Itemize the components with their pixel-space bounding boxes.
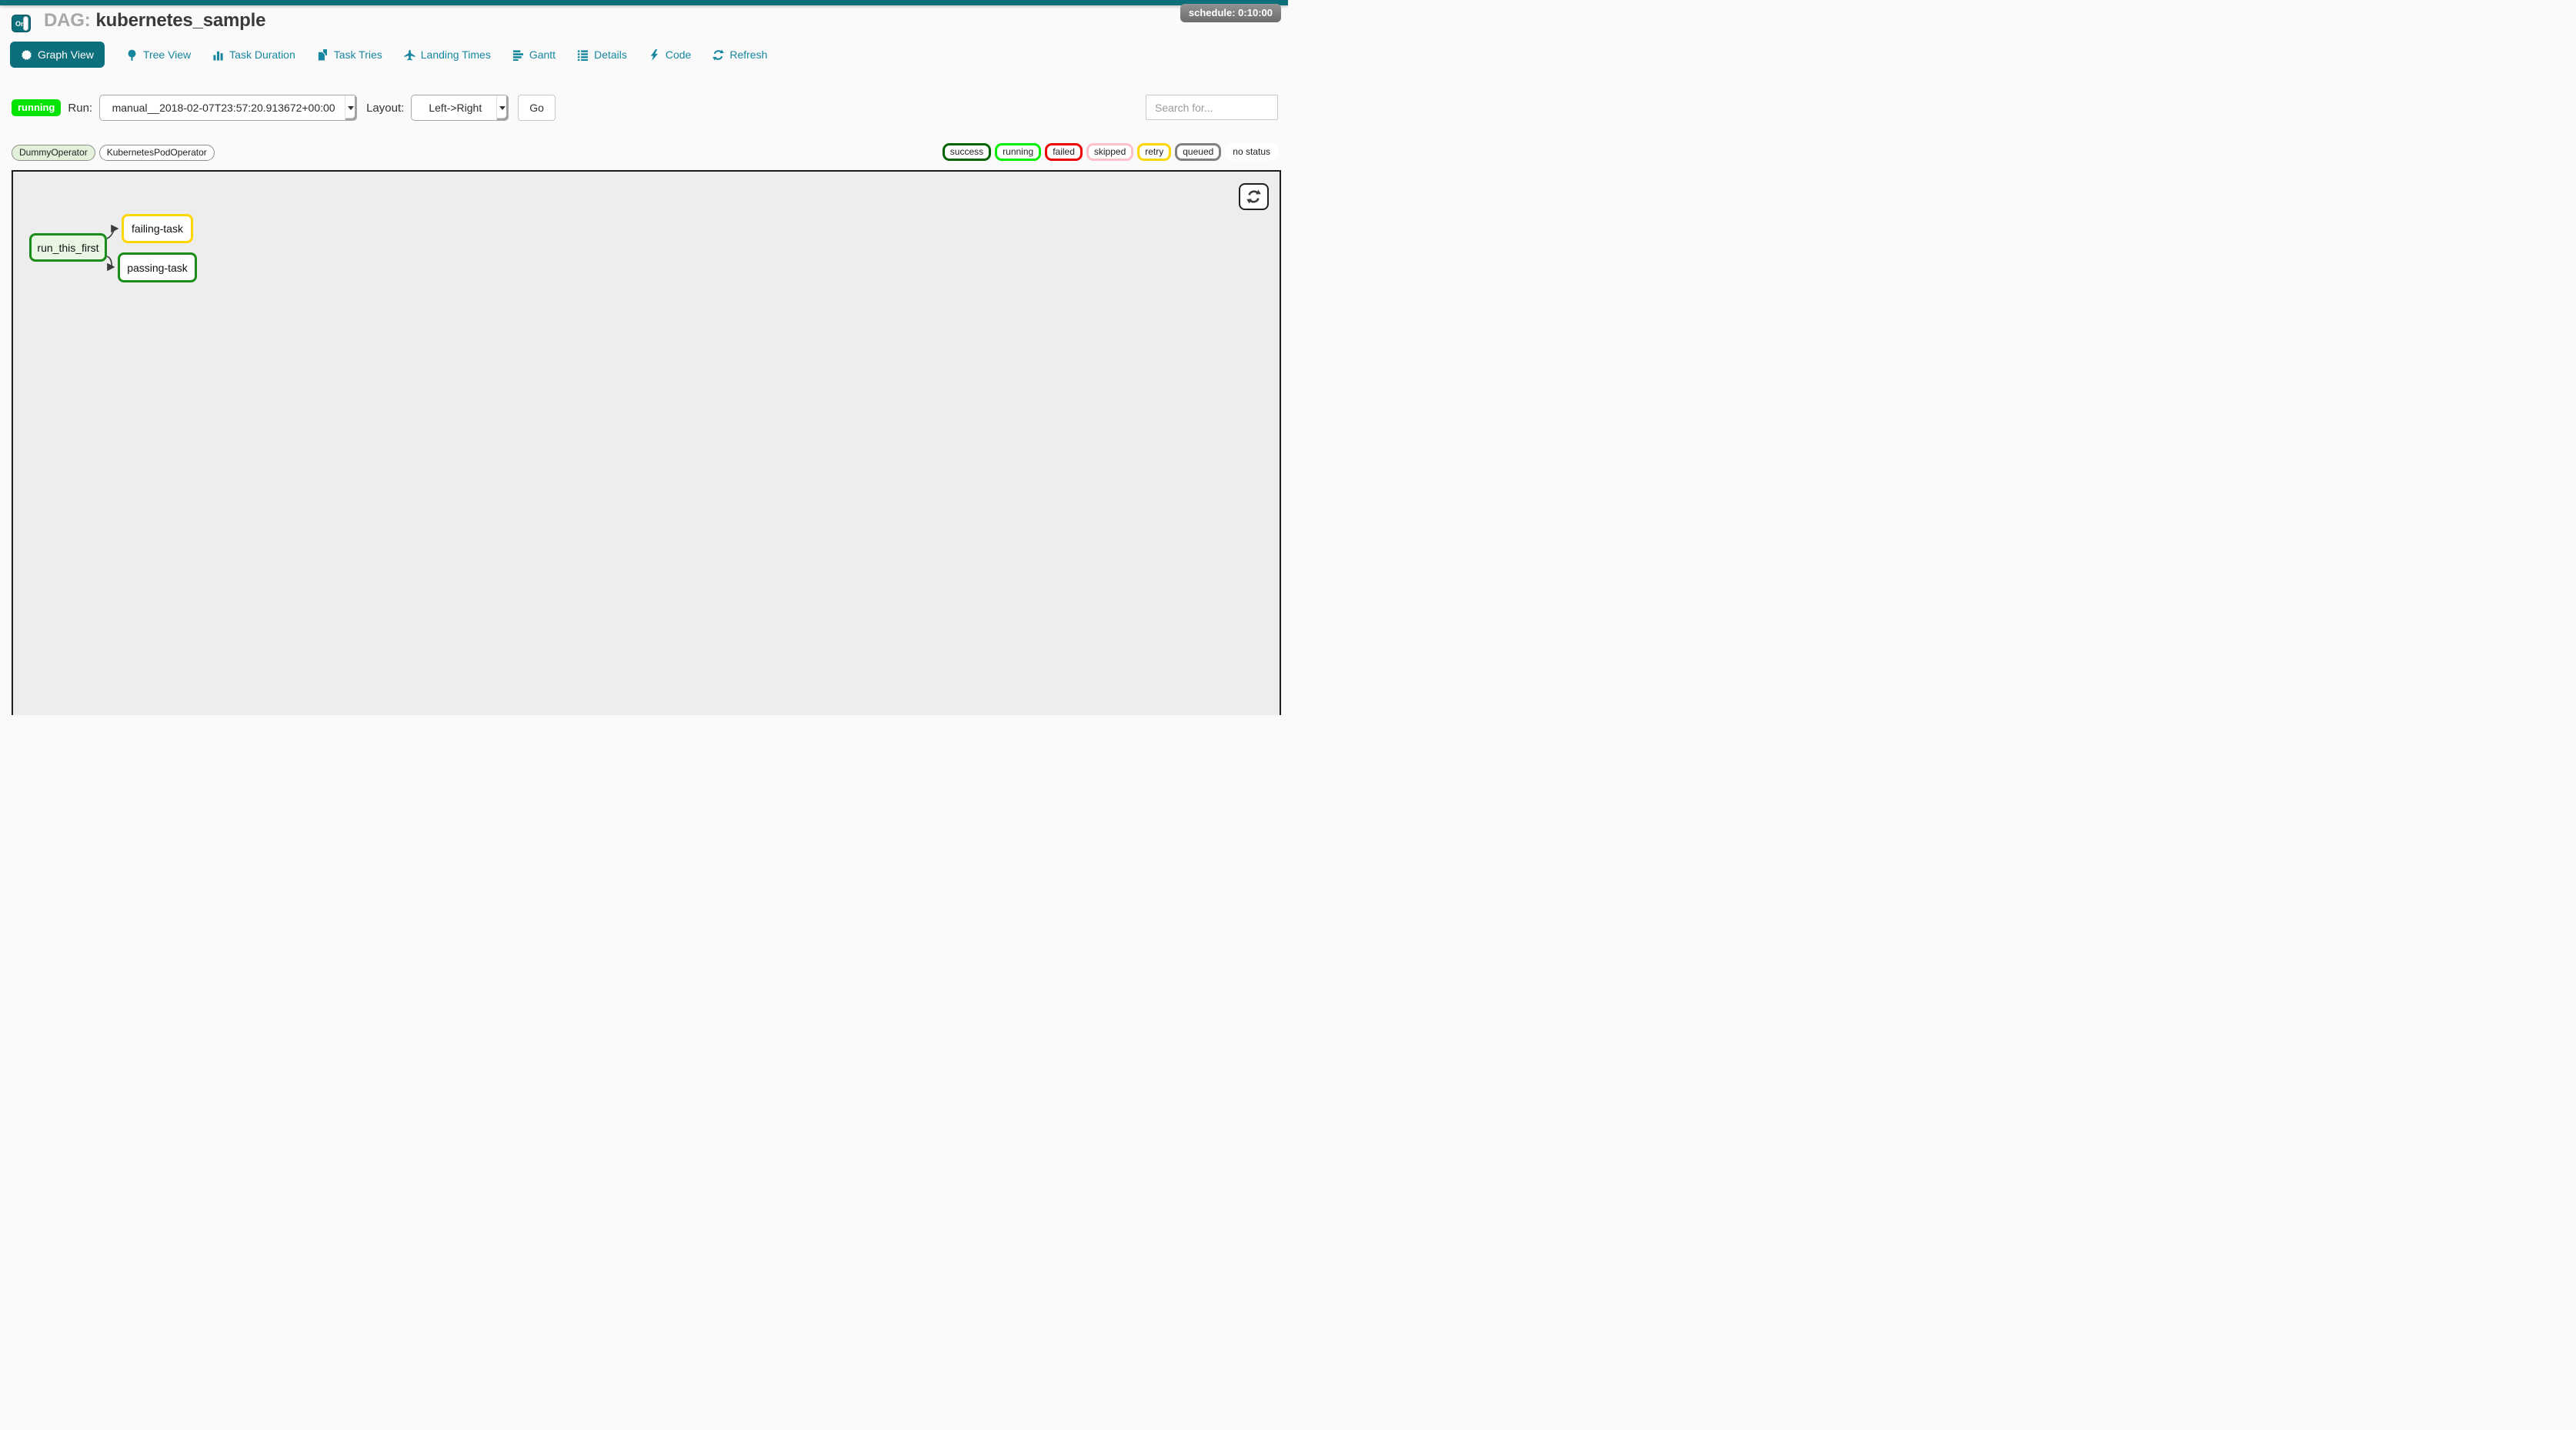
state-legend: success running failed skipped retry que… bbox=[943, 143, 1278, 161]
chevron-down-icon bbox=[496, 95, 508, 120]
bar-chart-icon bbox=[212, 49, 224, 61]
operator-chip-dummy: DummyOperator bbox=[12, 145, 95, 161]
bolt-icon bbox=[649, 49, 660, 61]
run-controls: running Run: manual__2018-02-07T23:57:20… bbox=[12, 95, 556, 121]
go-button[interactable]: Go bbox=[518, 95, 556, 121]
tab-label: Refresh bbox=[729, 48, 767, 61]
tab-label: Landing Times bbox=[421, 48, 491, 61]
state-chip-queued: queued bbox=[1175, 143, 1221, 161]
tab-label: Graph View bbox=[38, 48, 94, 61]
toggle-knob bbox=[23, 16, 28, 31]
files-icon bbox=[317, 49, 329, 61]
task-node-run-this-first[interactable]: run_this_first bbox=[29, 233, 107, 262]
tab-landing-times[interactable]: Landing Times bbox=[404, 48, 491, 61]
layout-select-value: Left->Right bbox=[421, 102, 499, 114]
refresh-icon bbox=[712, 49, 724, 61]
state-chip-no-status: no status bbox=[1225, 143, 1278, 161]
tab-code[interactable]: Code bbox=[649, 48, 691, 61]
tab-label: Details bbox=[594, 48, 627, 61]
task-node-passing-task[interactable]: passing-task bbox=[118, 252, 197, 282]
state-chip-success: success bbox=[943, 143, 991, 161]
plane-icon bbox=[404, 49, 415, 61]
tab-tree-view[interactable]: Tree View bbox=[126, 48, 191, 61]
schedule-badge: schedule: 0:10:00 bbox=[1180, 4, 1281, 22]
dag-pause-toggle[interactable]: On bbox=[12, 15, 31, 32]
dag-run-status-badge: running bbox=[12, 99, 61, 116]
tab-refresh[interactable]: Refresh bbox=[712, 48, 767, 61]
run-label: Run: bbox=[68, 102, 92, 115]
edge-run-to-failing bbox=[107, 229, 117, 239]
state-chip-failed: failed bbox=[1045, 143, 1083, 161]
sunburst-icon bbox=[21, 49, 32, 61]
tab-details[interactable]: Details bbox=[577, 48, 627, 61]
state-chip-skipped: skipped bbox=[1086, 143, 1133, 161]
chevron-down-icon bbox=[345, 95, 356, 120]
tab-label: Code bbox=[666, 48, 691, 61]
state-chip-running: running bbox=[995, 143, 1041, 161]
search-input[interactable] bbox=[1146, 95, 1278, 120]
task-node-failing-task[interactable]: failing-task bbox=[122, 214, 193, 243]
view-nav: Graph View Tree View Task Duration Task … bbox=[10, 42, 767, 68]
tab-label: Tree View bbox=[143, 48, 191, 61]
tab-label: Task Duration bbox=[229, 48, 295, 61]
graph-canvas[interactable]: run_this_first failing-task passing-task bbox=[12, 170, 1281, 715]
state-chip-retry: retry bbox=[1137, 143, 1171, 161]
run-select-value: manual__2018-02-07T23:57:20.913672+00:00 bbox=[105, 102, 352, 114]
edge-run-to-passing bbox=[107, 256, 113, 267]
canvas-refresh-button[interactable] bbox=[1239, 183, 1269, 210]
tab-gantt[interactable]: Gantt bbox=[512, 48, 556, 61]
tab-task-duration[interactable]: Task Duration bbox=[212, 48, 295, 61]
dag-name: kubernetes_sample bbox=[96, 10, 266, 31]
list-icon bbox=[577, 49, 589, 61]
operator-chip-kubernetespod: KubernetesPodOperator bbox=[99, 145, 215, 161]
run-select[interactable]: manual__2018-02-07T23:57:20.913672+00:00 bbox=[99, 95, 357, 121]
top-accent-bar bbox=[0, 0, 1288, 5]
layout-label: Layout: bbox=[366, 102, 404, 115]
legend-bar: DummyOperator KubernetesPodOperator succ… bbox=[12, 145, 1278, 162]
page-title: DAG:kubernetes_sample bbox=[44, 10, 265, 32]
tab-label: Task Tries bbox=[334, 48, 382, 61]
tab-task-tries[interactable]: Task Tries bbox=[317, 48, 382, 61]
tab-graph-view[interactable]: Graph View bbox=[10, 42, 105, 68]
tab-label: Gantt bbox=[529, 48, 556, 61]
tree-icon bbox=[126, 49, 138, 61]
dag-prefix-label: DAG: bbox=[44, 10, 91, 31]
airflow-dag-page: On DAG:kubernetes_sample schedule: 0:10:… bbox=[0, 0, 1288, 715]
refresh-icon bbox=[1246, 189, 1261, 204]
align-left-icon bbox=[512, 49, 524, 61]
layout-select[interactable]: Left->Right bbox=[411, 95, 509, 121]
